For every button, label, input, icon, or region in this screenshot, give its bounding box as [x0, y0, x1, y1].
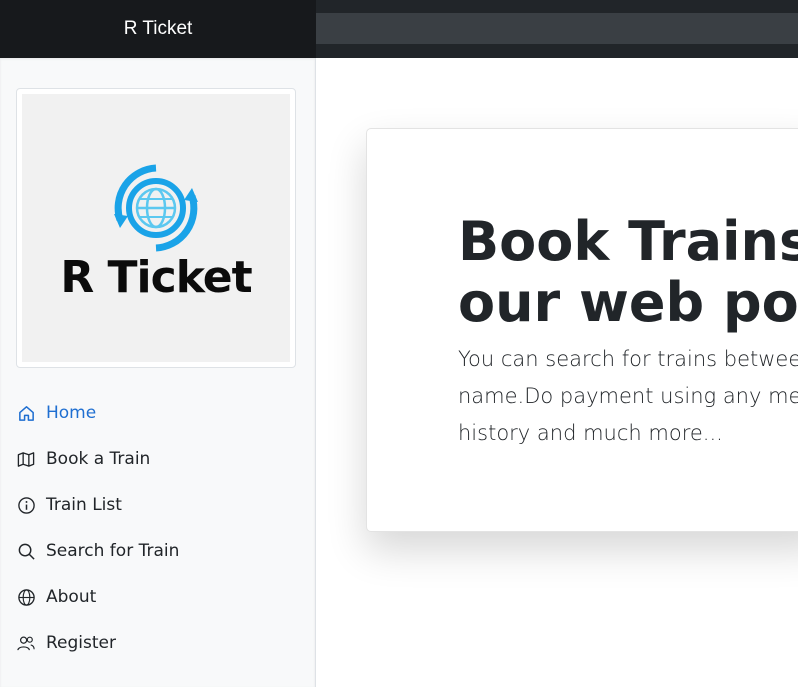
logo-image: R Ticket [22, 94, 290, 362]
sidebar-item-label: Home [46, 403, 97, 423]
sidebar-item-label: Search for Train [46, 541, 180, 561]
navbar-brand[interactable]: R Ticket [0, 0, 316, 58]
sidebar-item-register[interactable]: Register [0, 620, 315, 666]
sidebar-item-search-for-train[interactable]: Search for Train [0, 528, 315, 574]
search-icon [16, 541, 36, 561]
sidebar-item-home[interactable]: Home [0, 390, 315, 436]
sidebar-item-label: Book a Train [46, 449, 151, 469]
navbar-search-input[interactable] [316, 13, 798, 44]
sidebar-item-label: Train List [46, 495, 122, 515]
sidebar-item-label: About [46, 587, 97, 607]
top-navbar: R Ticket [0, 0, 798, 58]
people-icon [16, 633, 36, 653]
sidebar-nav: Home Book a Train Train List Search for … [0, 390, 315, 666]
logo-card: R Ticket [16, 88, 296, 368]
map-icon [16, 449, 36, 469]
hero-description: You can search for trains betweer name.D… [458, 347, 798, 445]
sidebar-item-label: Register [46, 633, 116, 653]
hero-title-line-2: our web por [458, 271, 798, 334]
hero-title: Book Trains our web por [458, 211, 798, 333]
hero-title-line-1: Book Trains [458, 210, 798, 273]
info-circle-icon [16, 495, 36, 515]
sidebar-item-about[interactable]: About [0, 574, 315, 620]
sidebar-item-book-a-train[interactable]: Book a Train [0, 436, 315, 482]
sidebar: R Ticket Home Book a Train Train List Se… [0, 58, 316, 687]
main-content: Book Trains our web por You can search f… [316, 58, 798, 687]
logo-text: R Ticket [60, 252, 252, 303]
globe-arrows-logo-icon [114, 164, 198, 252]
hero-card: Book Trains our web por You can search f… [366, 128, 798, 532]
globe-icon [16, 587, 36, 607]
house-icon [16, 403, 36, 423]
sidebar-item-train-list[interactable]: Train List [0, 482, 315, 528]
